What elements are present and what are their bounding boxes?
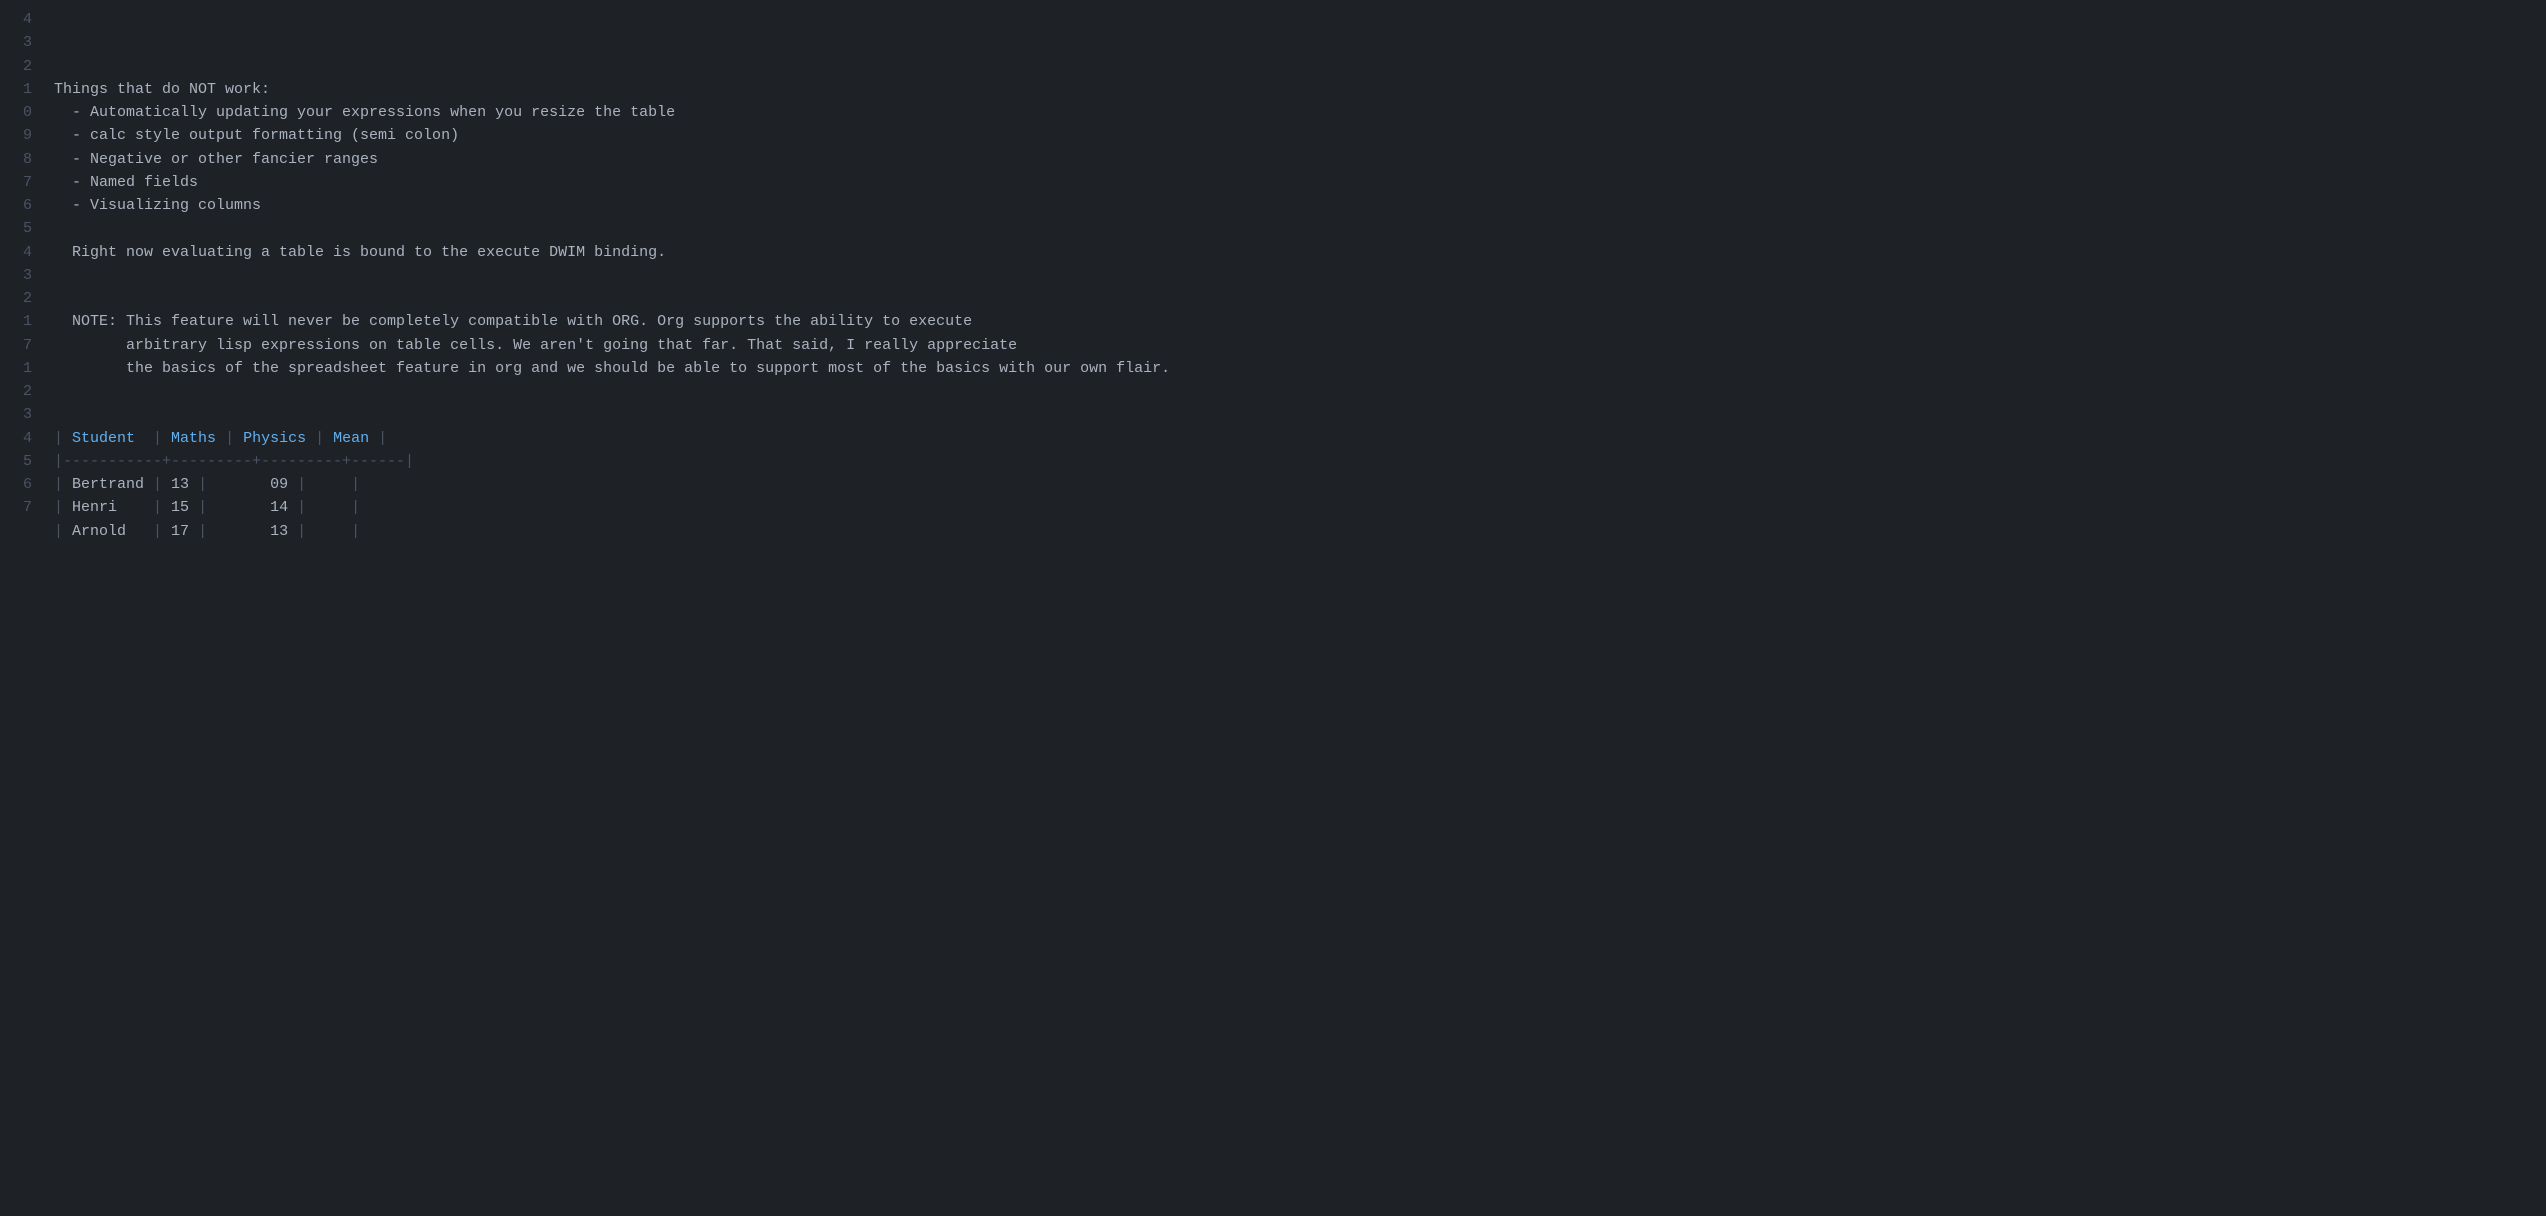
text-line: - calc style output formatting (semi col… [54,124,2546,147]
text-line: - Negative or other fancier ranges [54,148,2546,171]
line-number: 7 [0,334,32,357]
line-numbers: 4321098765432171234567 [0,0,46,1216]
table-row-line: | Henri | 15 | 14 | | [54,496,2546,519]
line-number: 5 [0,217,32,240]
table-header-line: | Student | Maths | Physics | Mean | [54,427,2546,450]
line-number: 2 [0,55,32,78]
table-separator-line: |-----------+---------+---------+------| [54,450,2546,473]
text-line [54,287,2546,310]
line-number: 7 [0,171,32,194]
text-line: - Automatically updating your expression… [54,101,2546,124]
text-line [54,543,2546,566]
line-number: 4 [0,427,32,450]
line-number: 6 [0,194,32,217]
text-line [54,403,2546,426]
text-line: - Visualizing columns [54,194,2546,217]
line-number: 3 [0,403,32,426]
line-number: 3 [0,264,32,287]
text-line [54,380,2546,403]
line-number: 4 [0,8,32,31]
table-row-line: | Bertrand | 13 | 09 | | [54,473,2546,496]
text-line [54,566,2546,589]
line-number: 1 [0,357,32,380]
line-number: 5 [0,450,32,473]
line-number: 8 [0,148,32,171]
text-line: NOTE: This feature will never be complet… [54,310,2546,333]
editor-content[interactable]: Things that do NOT work: - Automatically… [46,0,2546,1216]
text-line: arbitrary lisp expressions on table cell… [54,334,2546,357]
line-number: 2 [0,287,32,310]
text-line: Right now evaluating a table is bound to… [54,241,2546,264]
line-number: 9 [0,124,32,147]
text-line: Things that do NOT work: [54,78,2546,101]
line-number: 0 [0,101,32,124]
line-number: 7 [0,496,32,519]
line-number: 2 [0,380,32,403]
text-line [54,264,2546,287]
text-line [54,217,2546,240]
line-number: 1 [0,310,32,333]
table-row-line: | Arnold | 17 | 13 | | [54,520,2546,543]
line-number: 6 [0,473,32,496]
line-number: 4 [0,241,32,264]
editor: 4321098765432171234567 Things that do NO… [0,0,2546,1216]
line-number: 3 [0,31,32,54]
line-number: 1 [0,78,32,101]
text-line: the basics of the spreadsheet feature in… [54,357,2546,380]
text-line: - Named fields [54,171,2546,194]
